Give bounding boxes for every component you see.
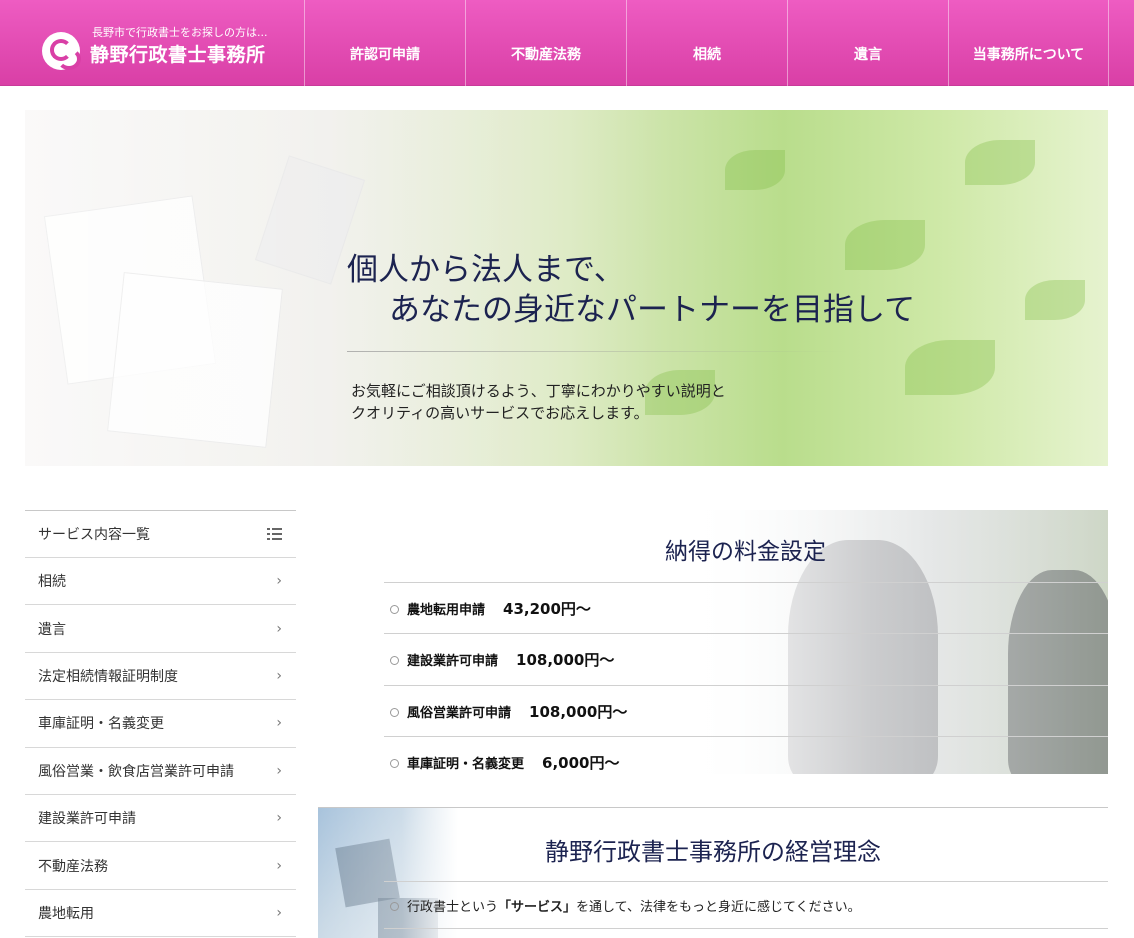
chevron-right-icon: › xyxy=(276,620,282,637)
price-item-value: 108,000円～ xyxy=(529,702,628,721)
hero-leaf-image xyxy=(905,340,995,395)
nav-item-permits[interactable]: 許認可申請 xyxy=(304,0,465,86)
bullet-icon xyxy=(390,605,399,614)
philosophy-statement: 行政書士という 「サービス」 を通して、法律をもっと身近に感じてください。 xyxy=(384,881,1108,929)
sidebar-item-label: 法定相続情報証明制度 xyxy=(38,668,178,685)
hero-leaf-image xyxy=(725,150,785,190)
price-row: 車庫証明・名義変更 6,000円～ xyxy=(384,736,1108,774)
philosophy-text-bold: 「サービス」 xyxy=(498,899,577,915)
main-nav: 許認可申請 不動産法務 相続 遺言 当事務所について xyxy=(304,0,1109,86)
sidebar-item-label: 相続 xyxy=(38,574,66,591)
nav-item-about[interactable]: 当事務所について xyxy=(948,0,1109,86)
sidebar-item-label: 風俗営業・飲食店営業許可申請 xyxy=(38,763,234,780)
sidebar-item-label: 遺言 xyxy=(38,621,66,638)
sidebar-item-will[interactable]: 遺言 › xyxy=(25,605,296,653)
list-icon xyxy=(267,528,282,540)
chevron-right-icon: › xyxy=(276,715,282,732)
philosophy-text-before: 行政書士という xyxy=(407,899,499,915)
sidebar-item-construction-permit[interactable]: 建設業許可申請 › xyxy=(25,795,296,843)
price-item-name: 風俗営業許可申請 xyxy=(407,705,512,721)
chevron-right-icon: › xyxy=(276,762,282,779)
chevron-right-icon: › xyxy=(276,904,282,921)
header-tagline: 長野市で行政書士をお探しの方は... xyxy=(92,26,268,39)
philosophy-text-after: を通して、法律をもっと身近に感じてください。 xyxy=(576,899,861,915)
chevron-right-icon: › xyxy=(276,810,282,827)
sidebar-item-business-permit[interactable]: 風俗営業・飲食店営業許可申請 › xyxy=(25,748,296,795)
nav-item-real-estate[interactable]: 不動産法務 xyxy=(465,0,626,86)
sidebar-item-label: 不動産法務 xyxy=(38,858,108,875)
sidebar-item-farmland-conversion[interactable]: 農地転用 › xyxy=(25,890,296,938)
hero-leaf-image xyxy=(845,220,925,270)
sidebar-item-label: 農地転用 xyxy=(38,905,94,922)
bullet-icon xyxy=(390,901,399,911)
nav-item-inheritance[interactable]: 相続 xyxy=(626,0,787,86)
sidebar-item-inheritance[interactable]: 相続 › xyxy=(25,558,296,606)
sidebar-item-label: 車庫証明・名義変更 xyxy=(38,716,164,733)
nav-item-will[interactable]: 遺言 xyxy=(787,0,948,86)
service-sidebar: サービス内容一覧 相続 › 遺言 › 法定相続情報証明制度 › 車庫証明・名義変… xyxy=(25,510,296,938)
hero-leaf-image xyxy=(1025,280,1085,320)
sidebar-item-label: 建設業許可申請 xyxy=(38,811,136,828)
sidebar-heading-label: サービス内容一覧 xyxy=(38,527,150,543)
philosophy-section: 静野行政書士事務所の経営理念 行政書士という 「サービス」 を通して、法律をもっ… xyxy=(318,807,1108,938)
philosophy-title: 静野行政書士事務所の経営理念 xyxy=(545,838,881,866)
price-item-value: 43,200円～ xyxy=(503,599,591,618)
pricing-title: 納得の料金設定 xyxy=(665,539,826,565)
price-row: 風俗営業許可申請 108,000円～ xyxy=(384,685,1108,736)
price-row: 農地転用申請 43,200円～ xyxy=(384,582,1108,633)
site-name[interactable]: 静野行政書士事務所 xyxy=(90,40,266,67)
bullet-icon xyxy=(390,656,399,665)
bullet-icon xyxy=(390,759,399,768)
sidebar-item-garage-certificate[interactable]: 車庫証明・名義変更 › xyxy=(25,700,296,748)
hero-title-line1: 個人から法人まで、 xyxy=(347,252,625,288)
site-logo[interactable]: 長野市で行政書士をお探しの方は... 静野行政書士事務所 xyxy=(40,20,310,76)
sidebar-heading: サービス内容一覧 xyxy=(25,510,296,558)
price-item-name: 農地転用申請 xyxy=(407,602,486,618)
hero-title-line2: あなたの身近なパートナーを目指して xyxy=(389,292,916,328)
price-row: 建設業許可申請 108,000円～ xyxy=(384,633,1108,684)
price-item-value: 6,000円～ xyxy=(542,753,620,772)
price-item-name: 建設業許可申請 xyxy=(407,653,499,669)
chevron-right-icon: › xyxy=(276,667,282,684)
hero-banner: 個人から法人まで、 あなたの身近なパートナーを目指して お気軽にご相談頂けるよう… xyxy=(25,110,1108,466)
logo-mark-icon xyxy=(42,32,81,70)
hero-leaf-image xyxy=(965,140,1035,185)
bullet-icon xyxy=(390,708,399,717)
pricing-section: 納得の料金設定 農地転用申請 43,200円～ 建設業許可申請 108,000円… xyxy=(318,510,1108,774)
site-header: 長野市で行政書士をお探しの方は... 静野行政書士事務所 許認可申請 不動産法務… xyxy=(0,0,1134,86)
price-item-value: 108,000円～ xyxy=(516,650,615,669)
hero-divider xyxy=(347,351,847,352)
chevron-right-icon: › xyxy=(276,573,282,590)
price-item-name: 車庫証明・名義変更 xyxy=(407,756,525,772)
hero-subtext-line1: お気軽にご相談頂けるよう、丁寧にわかりやすい説明と xyxy=(351,382,726,400)
hero-subtext-line2: クオリティの高いサービスでお応えします。 xyxy=(351,404,649,422)
chevron-right-icon: › xyxy=(276,857,282,874)
sidebar-item-legal-heir-certificate[interactable]: 法定相続情報証明制度 › xyxy=(25,653,296,701)
sidebar-item-real-estate[interactable]: 不動産法務 › xyxy=(25,842,296,890)
